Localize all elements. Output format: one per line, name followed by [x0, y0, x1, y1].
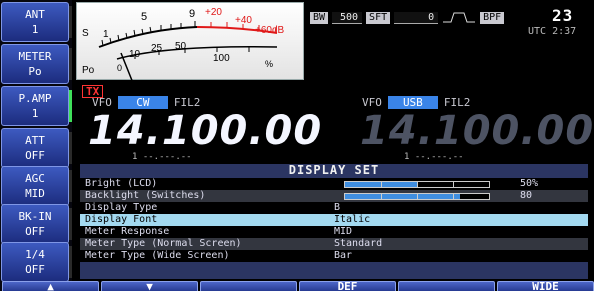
agc-key[interactable]: AGC MID	[1, 166, 72, 206]
level-bar[interactable]	[344, 193, 490, 200]
po-scale-50: 50	[175, 41, 187, 52]
pamp-key-value: 1	[31, 107, 39, 120]
att-key-value: OFF	[25, 149, 45, 162]
setting-row[interactable]: Display Font Italic	[80, 214, 588, 226]
level-bar-tick	[381, 181, 382, 188]
po-scale-0: 0	[117, 63, 123, 73]
bpf-label: BPF	[480, 12, 505, 24]
quarter-key-label: 1/4	[25, 248, 45, 261]
setting-row[interactable]: Display Type B	[80, 202, 588, 214]
setting-label: Meter Response	[85, 226, 170, 237]
setting-value: MID	[334, 226, 353, 237]
setting-level: 50%	[330, 178, 588, 190]
setting-row[interactable]: Backlight (Switches) 80	[80, 190, 588, 202]
quarter-indicator	[69, 246, 72, 278]
ant-indicator	[69, 6, 72, 38]
def-button[interactable]: DEF	[299, 281, 396, 291]
bkin-key-value: OFF	[25, 225, 45, 238]
bkin-indicator	[69, 208, 72, 240]
setting-label: Meter Type (Normal Screen)	[85, 238, 242, 249]
down-button[interactable]: ▼	[101, 281, 198, 291]
clock: 23	[552, 6, 574, 25]
pamp-key[interactable]: P.AMP 1	[1, 86, 72, 126]
s-scale-9: 9	[189, 8, 196, 20]
level-bar[interactable]	[344, 181, 490, 188]
meter-indicator	[69, 48, 72, 80]
setting-label: Backlight (Switches)	[85, 190, 206, 201]
main-sub-frequency: 1 --.---.--	[132, 152, 192, 162]
status-bar: BW 500 SFT 0 BPF	[310, 11, 505, 26]
level-bar-tick	[417, 193, 418, 200]
s-scale-1: 1	[103, 29, 109, 40]
meter-key-value: Po	[28, 65, 42, 78]
ant-key-label: ANT	[25, 8, 45, 21]
meter-key-label: METER	[18, 50, 52, 63]
po-scale-25: 25	[151, 43, 163, 54]
meter-s-label: S	[82, 28, 89, 39]
settings-list: Bright (LCD) 50% Backlight (Switches) 80 Dis…	[80, 178, 588, 262]
agc-key-label: AGC	[25, 172, 45, 185]
setting-row[interactable]: Meter Response MID	[80, 226, 588, 238]
softkey-bar: ▲ ▼ DEF WIDE	[0, 281, 594, 291]
agc-indicator	[69, 170, 72, 202]
display-set-panel: DISPLAY SET Bright (LCD) 50% Backlight (Sw…	[80, 164, 588, 279]
sft-value[interactable]: 0	[394, 12, 439, 24]
level-bar-tick	[453, 193, 454, 200]
function-key-column: ANT 1 METER Po P.AMP 1 ATT OFF AGC MID B…	[0, 0, 72, 291]
setting-value: Standard	[334, 238, 383, 249]
att-key[interactable]: ATT OFF	[1, 128, 72, 168]
panel-title: DISPLAY SET	[288, 163, 380, 177]
softkey-5[interactable]	[398, 281, 495, 291]
setting-label: Meter Type (Wide Screen)	[85, 250, 230, 261]
setting-label: Bright (LCD)	[85, 178, 158, 189]
quarter-key-value: OFF	[25, 263, 45, 276]
att-indicator	[69, 132, 72, 164]
utc-time: UTC 2:37	[528, 26, 577, 37]
up-button[interactable]: ▲	[2, 281, 99, 291]
sft-label: SFT	[366, 12, 391, 24]
bkin-key-label: BK-IN	[18, 210, 52, 223]
bw-label: BW	[310, 12, 329, 24]
s-scale-40: +40	[235, 15, 252, 26]
setting-row[interactable]: Meter Type (Normal Screen) Standard	[80, 238, 588, 250]
pamp-key-label: P.AMP	[18, 92, 52, 105]
setting-value: B	[334, 202, 341, 213]
att-key-label: ATT	[25, 134, 45, 147]
softkey-3[interactable]	[200, 281, 297, 291]
setting-label: Display Font	[85, 214, 158, 225]
po-scale-10: 10	[129, 49, 141, 60]
agc-key-value: MID	[25, 187, 45, 200]
meter-po-label: Po	[82, 65, 95, 76]
po-scale-100: 100	[213, 53, 230, 64]
s-scale-60: +60dB	[255, 25, 285, 36]
setting-level: 80	[330, 190, 588, 202]
setting-label: Display Type	[85, 202, 158, 213]
meter-key[interactable]: METER Po	[1, 44, 72, 84]
setting-row[interactable]: Bright (LCD) 50%	[80, 178, 588, 190]
setting-value: 80	[520, 190, 533, 201]
setting-value: Bar	[334, 250, 353, 261]
ant-key-value: 1	[31, 23, 39, 36]
s-scale-20: +20	[205, 7, 222, 18]
quarter-key[interactable]: 1/4 OFF	[1, 242, 72, 282]
level-bar-tick	[381, 193, 382, 200]
ant-key[interactable]: ANT 1	[1, 2, 72, 42]
bkin-key[interactable]: BK-IN OFF	[1, 204, 72, 244]
bw-value[interactable]: 500	[332, 12, 363, 24]
pamp-indicator	[69, 90, 72, 122]
setting-value: 50%	[520, 178, 539, 189]
main-frequency[interactable]: 14.100.00	[88, 108, 322, 154]
sub-frequency[interactable]: 14.100.00	[360, 108, 594, 154]
filter-shape-icon	[442, 11, 476, 26]
setting-row[interactable]: Meter Type (Wide Screen) Bar	[80, 250, 588, 262]
analog-meter: S Po 1 5 9 +20 +40 +60dB 0 10 25 50 100 …	[76, 2, 304, 81]
level-bar-tick	[417, 181, 418, 188]
level-bar-fill	[345, 194, 461, 199]
po-scale-percent: %	[265, 59, 274, 69]
setting-value: Italic	[334, 214, 371, 225]
wide-button[interactable]: WIDE	[497, 281, 594, 291]
s-scale-5: 5	[141, 11, 148, 23]
sub-sub-frequency: 1 --.---.--	[404, 152, 464, 162]
level-bar-tick	[453, 181, 454, 188]
